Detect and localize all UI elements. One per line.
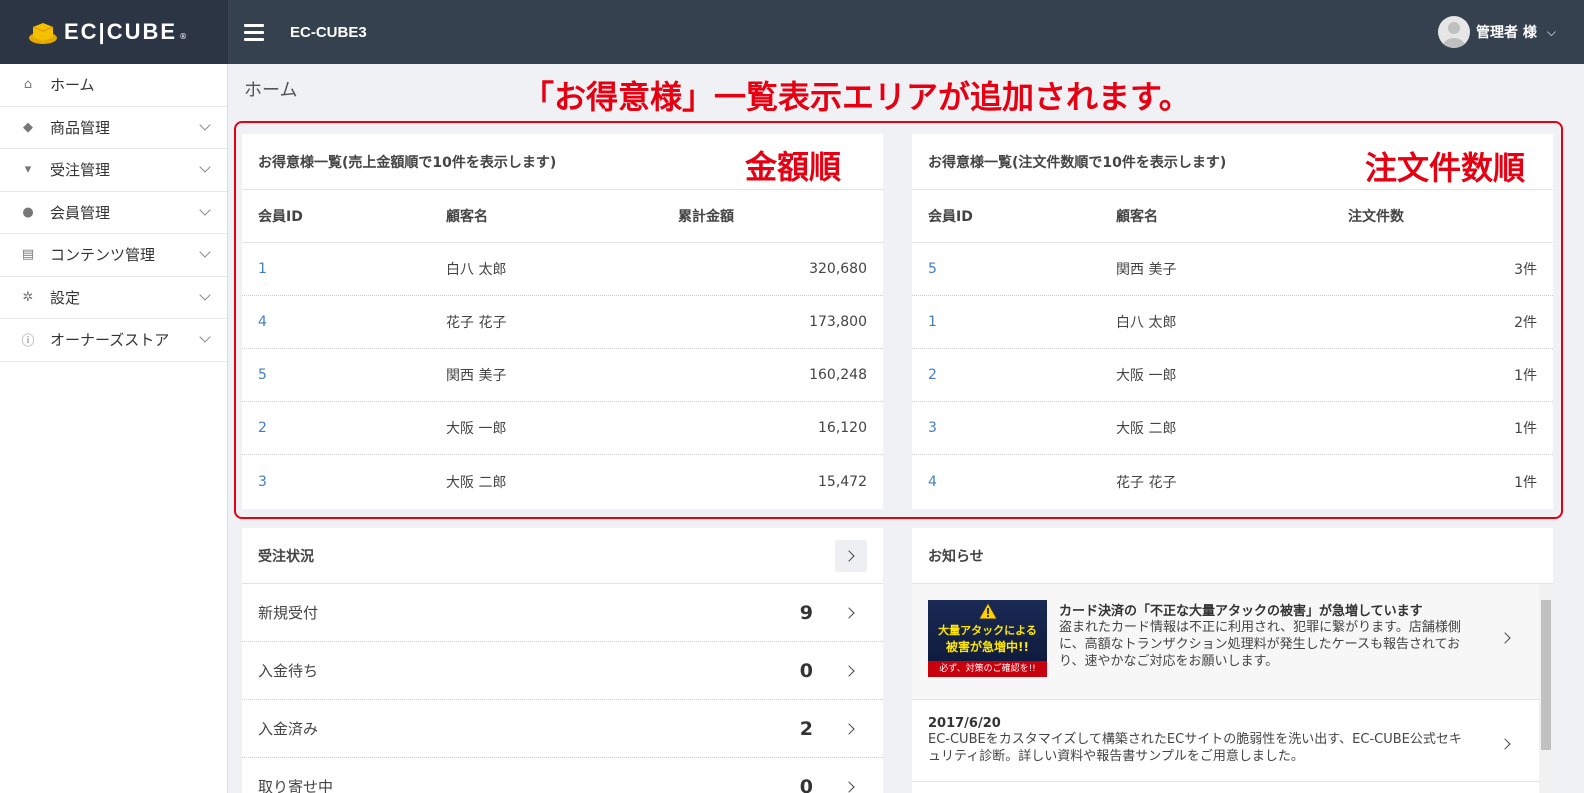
warning-icon xyxy=(978,602,998,620)
chevron-down-icon xyxy=(199,331,211,343)
users-icon: ● xyxy=(22,204,34,220)
sidebar-item-label: 設定 xyxy=(50,288,81,307)
document-icon: ▤ xyxy=(21,247,35,263)
page-title: ホーム xyxy=(244,80,298,101)
sidebar-item-label: 商品管理 xyxy=(50,118,111,137)
news-list: 大量アタックによる 被害が急増中!! 必ず、対策のご確認を!! カード決済の「不… xyxy=(912,584,1553,793)
card-header: お知らせ xyxy=(912,528,1553,584)
news-scrollbar[interactable] xyxy=(1539,584,1553,793)
chevron-right-icon xyxy=(843,665,855,677)
chevron-down-icon xyxy=(199,288,211,301)
chevron-right-icon xyxy=(1499,632,1511,644)
logo-text: EC|CUBE xyxy=(64,19,178,44)
chevron-right-icon xyxy=(1499,738,1511,750)
order-status-card: 受注状況 新規受付 9 入金待ち 0 入金済み 2 取り寄せ中 0 xyxy=(242,528,883,793)
cart-icon: ▾ xyxy=(24,162,32,178)
chevron-down-icon xyxy=(199,203,211,216)
status-count: 9 xyxy=(799,601,813,624)
status-row-backordered[interactable]: 取り寄せ中 0 xyxy=(242,758,883,793)
sidebar-item-label: 会員管理 xyxy=(50,203,111,222)
sidebar-item-home[interactable]: ⌂ ホーム xyxy=(0,64,227,107)
news-card: お知らせ 大量アタックによる 被害が急増中!! 必ず、対策のご確認を!! カード… xyxy=(912,528,1553,793)
status-label: 新規受付 xyxy=(258,604,319,622)
scrollbar-thumb[interactable] xyxy=(1541,600,1551,750)
chevron-right-icon xyxy=(843,607,855,619)
card-header: 受注状況 xyxy=(242,528,883,584)
banner-text-1: 大量アタックによる xyxy=(938,624,1037,637)
banner-text-2: 被害が急増中!! xyxy=(946,640,1029,654)
cube-logo-icon xyxy=(29,23,57,44)
chevron-down-icon: ⌵ xyxy=(1546,24,1556,39)
sidebar-item-customers[interactable]: ● 会員管理 xyxy=(0,192,227,234)
sidebar-item-orders[interactable]: ▾ 受注管理 xyxy=(0,149,227,192)
status-row-paid[interactable]: 入金済み 2 xyxy=(242,700,883,758)
card-title: 受注状況 xyxy=(258,548,314,565)
status-label: 取り寄せ中 xyxy=(258,778,334,793)
status-label: 入金待ち xyxy=(258,662,319,680)
status-row-awaiting-payment[interactable]: 入金待ち 0 xyxy=(242,642,883,700)
status-count: 0 xyxy=(799,775,813,793)
user-name: 管理者 様 xyxy=(1476,25,1537,41)
user-menu[interactable]: 管理者 様 ⌵ xyxy=(1438,16,1556,48)
sidebar-item-contents[interactable]: ▤ コンテンツ管理 xyxy=(0,234,227,277)
avatar-icon xyxy=(1438,16,1471,48)
menu-toggle-icon[interactable] xyxy=(244,23,264,41)
news-date: 2017/6/20 xyxy=(928,716,1001,731)
news-banner-image: 大量アタックによる 被害が急増中!! 必ず、対策のご確認を!! xyxy=(928,600,1047,677)
status-count: 0 xyxy=(799,659,813,682)
home-icon: ⌂ xyxy=(23,77,33,93)
status-count: 2 xyxy=(799,717,813,740)
sidebar-item-label: オーナーズストア xyxy=(50,331,170,350)
logo[interactable]: EC|CUBE ® xyxy=(0,0,228,64)
info-icon: ⓘ xyxy=(21,334,35,350)
sidebar-item-settings[interactable]: ✲ 設定 xyxy=(0,277,227,319)
card-title: お知らせ xyxy=(928,548,984,565)
annotation-highlight-frame xyxy=(234,121,1563,519)
chevron-down-icon xyxy=(199,246,211,258)
tag-icon: ◆ xyxy=(23,119,33,135)
gear-icon: ✲ xyxy=(22,289,34,305)
annotation-main: 「お得意様」一覧表示エリアが追加されます。 xyxy=(522,78,1191,116)
sidebar-item-label: コンテンツ管理 xyxy=(50,246,156,265)
news-body: 盗まれたカード情報は不正に利用され、犯罪に繋がります。店舗様側に、高額なトランザ… xyxy=(1059,620,1461,669)
news-item[interactable]: 2017/6/20 EC-CUBEをカスタマイズして構築されたECサイトの脆弱性… xyxy=(912,700,1553,782)
chevron-right-icon xyxy=(843,550,855,562)
logo-registered-mark: ® xyxy=(179,31,188,41)
chevron-down-icon xyxy=(199,161,211,173)
news-body: EC-CUBEをカスタマイズして構築されたECサイトの脆弱性を洗い出す、EC-C… xyxy=(928,732,1462,764)
status-row-new[interactable]: 新規受付 9 xyxy=(242,584,883,642)
sidebar: ⌂ ホーム ◆ 商品管理 ▾ 受注管理 ● 会員管理 ▤ コンテンツ管理 ✲ 設… xyxy=(0,64,228,793)
sidebar-item-label: 受注管理 xyxy=(50,161,111,180)
site-name: EC-CUBE3 xyxy=(290,23,367,41)
banner-text-3: 必ず、対策のご確認を!! xyxy=(928,661,1047,677)
top-header: EC|CUBE ® EC-CUBE3 管理者 様 ⌵ xyxy=(0,0,1584,64)
sidebar-item-products[interactable]: ◆ 商品管理 xyxy=(0,107,227,149)
news-item[interactable]: 大量アタックによる 被害が急増中!! 必ず、対策のご確認を!! カード決済の「不… xyxy=(912,584,1553,700)
chevron-down-icon xyxy=(199,118,211,131)
chevron-right-icon xyxy=(843,723,855,735)
chevron-right-icon xyxy=(843,781,855,793)
sidebar-item-label: ホーム xyxy=(50,76,95,95)
sidebar-item-owners-store[interactable]: ⓘ オーナーズストア xyxy=(0,319,227,362)
order-list-button[interactable] xyxy=(835,540,867,572)
news-title: カード決済の「不正な大量アタックの被害」が急増しています xyxy=(1059,604,1423,619)
status-label: 入金済み xyxy=(258,720,319,738)
